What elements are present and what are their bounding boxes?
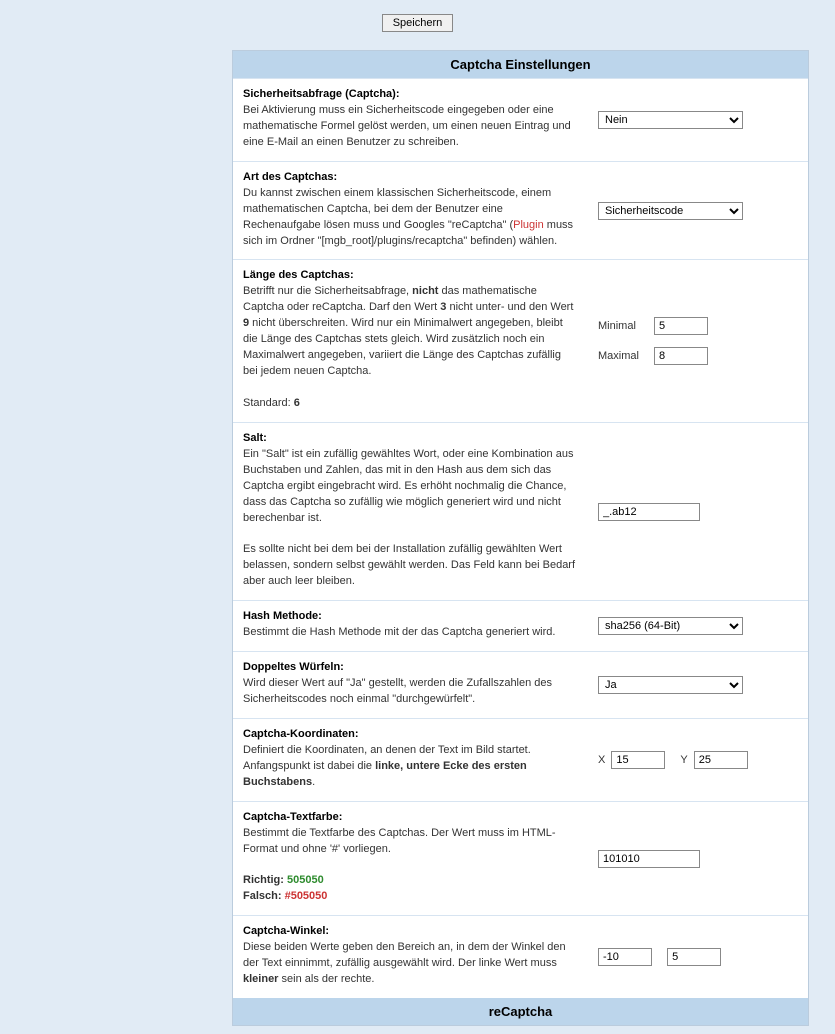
section-header-captcha: Captcha Einstellungen: [233, 51, 808, 78]
label-y: Y: [680, 754, 687, 766]
select-activate[interactable]: Nein: [598, 111, 743, 129]
row-textcolor: Captcha-Textfarbe: Bestimmt die Textfarb…: [233, 801, 808, 916]
label-min: Minimal: [598, 320, 648, 332]
label-type: Art des Captchas:: [243, 171, 337, 183]
section-header-recaptcha: reCaptcha: [233, 998, 808, 1025]
captcha-settings-panel: Captcha Einstellungen Sicherheitsabfrage…: [232, 50, 809, 1026]
save-button[interactable]: Speichern: [382, 14, 454, 32]
input-angle-min[interactable]: [598, 948, 652, 966]
label-coords: Captcha-Koordinaten:: [243, 728, 359, 740]
desc-type-pre: Du kannst zwischen einem klassischen Sic…: [243, 187, 551, 231]
input-angle-max[interactable]: [667, 948, 721, 966]
label-x: X: [598, 754, 605, 766]
label-double: Doppeltes Würfeln:: [243, 661, 344, 673]
input-min[interactable]: [654, 317, 708, 335]
select-type[interactable]: Sicherheitscode: [598, 202, 743, 220]
row-salt: Salt: Ein "Salt" ist ein zufällig gewähl…: [233, 422, 808, 600]
label-salt: Salt:: [243, 432, 267, 444]
input-x[interactable]: [611, 751, 665, 769]
row-coords: Captcha-Koordinaten: Definiert die Koord…: [233, 718, 808, 801]
label-textcolor: Captcha-Textfarbe:: [243, 811, 342, 823]
label-length: Länge des Captchas:: [243, 269, 354, 281]
plugin-link[interactable]: Plugin: [513, 219, 544, 231]
row-type: Art des Captchas: Du kannst zwischen ein…: [233, 161, 808, 260]
input-textcolor[interactable]: [598, 850, 700, 868]
input-salt[interactable]: [598, 503, 700, 521]
row-double: Doppeltes Würfeln: Wird dieser Wert auf …: [233, 651, 808, 718]
label-angle: Captcha-Winkel:: [243, 925, 329, 937]
label-activate: Sicherheitsabfrage (Captcha):: [243, 88, 399, 100]
input-max[interactable]: [654, 347, 708, 365]
input-y[interactable]: [694, 751, 748, 769]
row-activate: Sicherheitsabfrage (Captcha): Bei Aktivi…: [233, 78, 808, 161]
row-hash: Hash Methode: Bestimmt die Hash Methode …: [233, 600, 808, 651]
select-hash[interactable]: sha256 (64-Bit): [598, 617, 743, 635]
row-length: Länge des Captchas: Betrifft nur die Sic…: [233, 259, 808, 421]
select-double[interactable]: Ja: [598, 676, 743, 694]
row-angle: Captcha-Winkel: Diese beiden Werte geben…: [233, 915, 808, 998]
label-max: Maximal: [598, 350, 648, 362]
desc-activate: Bei Aktivierung muss ein Sicherheitscode…: [243, 104, 571, 148]
label-hash: Hash Methode:: [243, 610, 322, 622]
